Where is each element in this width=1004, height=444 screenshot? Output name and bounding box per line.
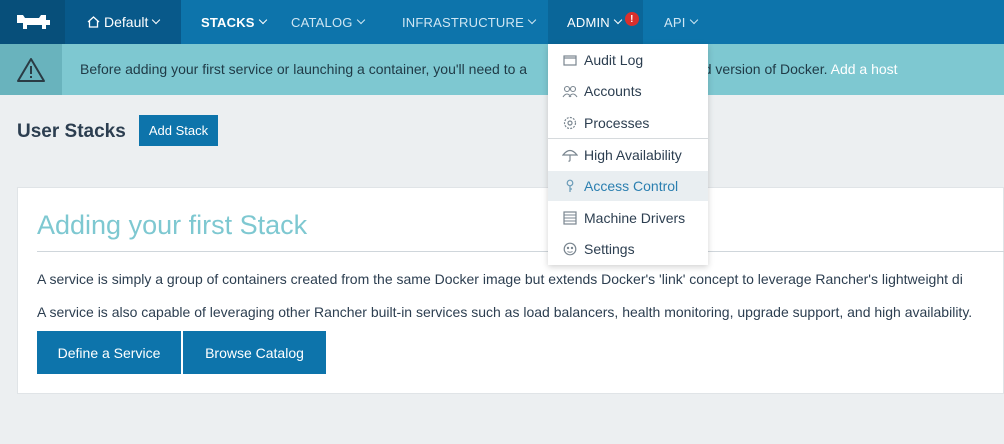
audit-log-icon <box>562 52 578 68</box>
home-icon <box>87 16 100 28</box>
top-nav: Default STACKS CATALOG INFRASTRUCTURE AD… <box>0 0 1004 44</box>
nav-stacks-label: STACKS <box>201 14 255 30</box>
chevron-down-icon <box>258 15 267 25</box>
menu-item-label: Audit Log <box>584 52 644 68</box>
settings-icon <box>562 241 578 257</box>
nav-admin-label: ADMIN <box>567 14 610 30</box>
nav-catalog-label: CATALOG <box>291 14 353 30</box>
rancher-logo[interactable] <box>0 0 65 44</box>
card-divider <box>37 251 1004 252</box>
accounts-icon <box>562 83 578 99</box>
menu-item-high-availability[interactable]: High Availability <box>548 140 708 170</box>
browse-catalog-button[interactable]: Browse Catalog <box>183 331 326 374</box>
processes-icon <box>562 115 578 131</box>
first-stack-card: Adding your first Stack A service is sim… <box>17 187 1004 394</box>
banner-message: Before adding your first service or laun… <box>80 61 898 77</box>
menu-item-label: Accounts <box>584 83 642 99</box>
environment-label: Default <box>104 14 149 30</box>
menu-divider <box>548 138 708 139</box>
chevron-down-icon <box>689 15 698 25</box>
page-title: User Stacks <box>17 121 126 142</box>
nav-infrastructure-label: INFRASTRUCTURE <box>402 14 524 30</box>
environment-switcher[interactable]: Default <box>65 0 181 44</box>
menu-item-machine-drivers[interactable]: Machine Drivers <box>548 203 708 233</box>
nav-admin[interactable]: ADMIN ! <box>567 0 639 44</box>
chevron-down-icon <box>613 15 623 25</box>
rancher-cow-icon <box>16 15 50 29</box>
menu-item-processes[interactable]: Processes <box>548 108 708 138</box>
menu-item-access-control[interactable]: Access Control <box>548 171 708 201</box>
notice-banner: Before adding your first service or laun… <box>0 44 1004 95</box>
menu-item-accounts[interactable]: Accounts <box>548 76 708 106</box>
add-stack-button[interactable]: Add Stack <box>139 115 218 146</box>
chevron-down-icon <box>152 15 161 25</box>
menu-item-label: Access Control <box>584 178 679 194</box>
umbrella-icon <box>562 147 578 163</box>
chevron-down-icon <box>527 15 537 25</box>
chevron-down-icon <box>356 15 365 25</box>
menu-item-label: High Availability <box>584 147 682 163</box>
warning-icon <box>17 57 45 82</box>
banner-text-start: Before adding your first service or laun… <box>80 61 528 77</box>
key-icon <box>562 178 578 194</box>
menu-item-label: Machine Drivers <box>584 210 686 226</box>
admin-dropdown-menu: Audit Log Accounts Processes High Availa… <box>548 44 708 265</box>
nav-stacks[interactable]: STACKS <box>201 0 267 44</box>
machine-drivers-icon <box>562 210 578 226</box>
menu-item-label: Processes <box>584 115 650 131</box>
nav-api-label: API <box>664 14 686 30</box>
card-description-2: A service is also capable of leveraging … <box>37 304 973 320</box>
add-host-link[interactable]: Add a host <box>831 61 898 77</box>
menu-item-label: Settings <box>584 241 635 257</box>
nav-catalog[interactable]: CATALOG <box>291 0 365 44</box>
menu-item-settings[interactable]: Settings <box>548 234 708 264</box>
card-title: Adding your first Stack <box>37 210 308 240</box>
nav-api[interactable]: API <box>664 0 698 44</box>
define-service-button[interactable]: Define a Service <box>37 331 181 374</box>
nav-infrastructure[interactable]: INFRASTRUCTURE <box>402 0 537 44</box>
alert-badge-icon: ! <box>624 12 639 26</box>
banner-icon-box <box>0 44 62 95</box>
card-description-1: A service is simply a group of container… <box>37 271 963 287</box>
menu-item-audit-log[interactable]: Audit Log <box>548 45 708 75</box>
